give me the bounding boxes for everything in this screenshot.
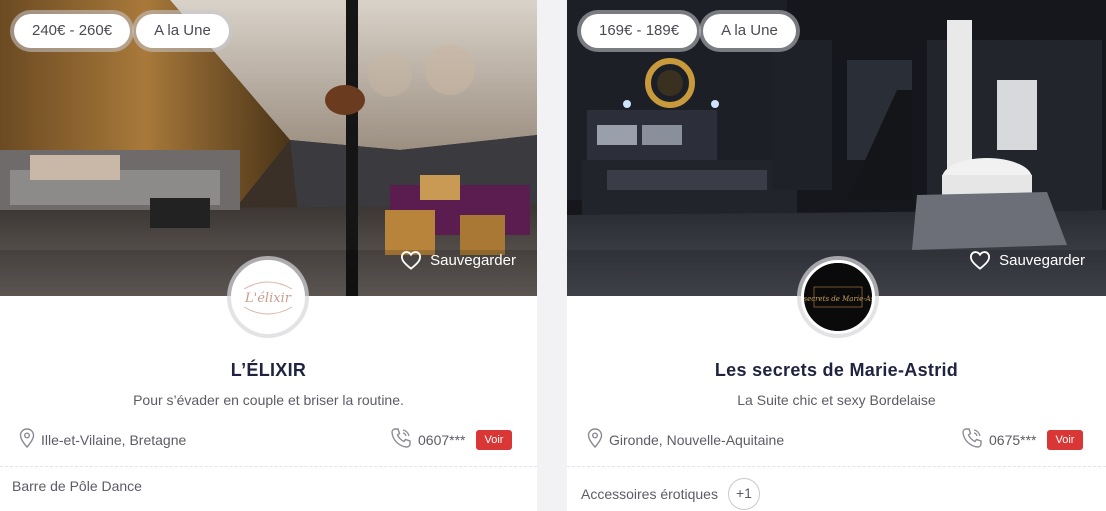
more-tags-button[interactable]: +1 xyxy=(727,478,760,510)
badge-group: 240€ - 260€ A la Une xyxy=(11,11,232,51)
listing-title[interactable]: L’ÉLIXIR xyxy=(0,360,537,381)
divider xyxy=(567,466,1106,467)
featured-badge: A la Une xyxy=(136,14,229,48)
logo-lettering: L'élixir xyxy=(244,291,292,306)
listing-card[interactable]: 169€ - 189€ A la Une Sauvegarder Les sec… xyxy=(567,0,1106,511)
location-text: Gironde, Nouvelle-Aquitaine xyxy=(609,431,785,448)
amenity-tag: Barre de Pôle Dance xyxy=(12,478,142,494)
listing-title[interactable]: Les secrets de Marie-Astrid xyxy=(567,360,1106,381)
amenity-tags: Barre de Pôle Dance xyxy=(12,478,142,494)
phone-number: 0675*** xyxy=(989,431,1037,448)
map-pin-icon xyxy=(587,428,603,451)
listing-phone: 0675*** Voir xyxy=(961,427,1084,452)
phone-icon xyxy=(961,427,983,452)
price-badge: 169€ - 189€ xyxy=(581,14,698,48)
reveal-phone-button[interactable]: Voir xyxy=(1046,429,1084,450)
listing-phone: 0607*** Voir xyxy=(390,427,513,452)
heart-icon xyxy=(400,250,422,270)
listing-location: Ille-et-Vilaine, Bretagne xyxy=(19,428,186,451)
listing-subtitle: Pour s’évader en couple et briser la rou… xyxy=(133,392,404,408)
price-badge: 240€ - 260€ xyxy=(14,14,131,48)
listing-card[interactable]: 240€ - 260€ A la Une Sauvegarder L'élixi… xyxy=(0,0,537,511)
save-label: Sauvegarder xyxy=(430,251,516,269)
amenity-tags: Accessoires érotiques +1 xyxy=(581,478,760,510)
divider xyxy=(0,466,537,467)
phone-icon xyxy=(390,427,412,452)
save-label: Sauvegarder xyxy=(999,251,1085,269)
save-button[interactable]: Sauvegarder xyxy=(400,250,516,270)
reveal-phone-button[interactable]: Voir xyxy=(475,429,513,450)
heart-icon xyxy=(969,250,991,270)
listing-logo: L'élixir xyxy=(231,260,305,334)
map-pin-icon xyxy=(19,428,35,451)
listing-subtitle: La Suite chic et sexy Bordelaise xyxy=(737,392,936,408)
listing-grid: 240€ - 260€ A la Une Sauvegarder L'élixi… xyxy=(0,0,1106,511)
badge-group: 169€ - 189€ A la Une xyxy=(578,11,799,51)
logo-lettering: Les secrets de Marie-Astrid xyxy=(804,295,872,303)
location-text: Ille-et-Vilaine, Bretagne xyxy=(41,431,187,448)
save-button[interactable]: Sauvegarder xyxy=(969,250,1085,270)
amenity-tag: Accessoires érotiques xyxy=(581,486,718,502)
featured-badge: A la Une xyxy=(703,14,796,48)
phone-number: 0607*** xyxy=(418,431,466,448)
listing-logo: Les secrets de Marie-Astrid xyxy=(801,260,875,334)
listing-location: Gironde, Nouvelle-Aquitaine xyxy=(587,428,784,451)
